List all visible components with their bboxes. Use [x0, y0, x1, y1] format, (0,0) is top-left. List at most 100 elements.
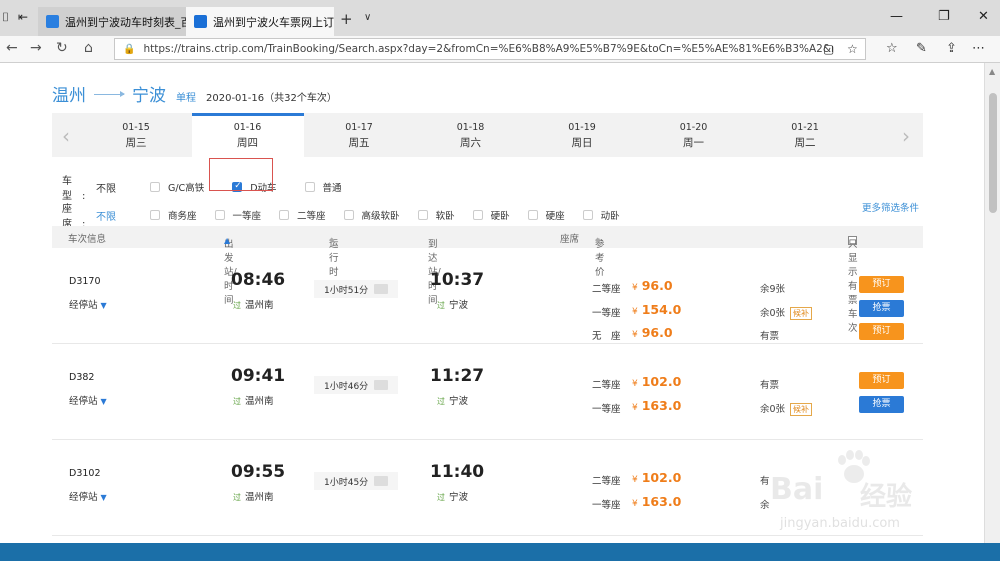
scrollbar-thumb[interactable]	[989, 93, 997, 213]
tab-ctrip[interactable]: 温州到宁波火车票网上订 ✕	[186, 7, 334, 36]
date-tab[interactable]: 01-21 周二	[749, 113, 861, 157]
tab-actions-icon[interactable]: ⌷	[2, 10, 9, 25]
tab-baidu[interactable]: 温州到宁波动车时刻表_百度	[38, 7, 186, 36]
train-number[interactable]: D3170	[69, 276, 101, 287]
more-icon[interactable]: ⋯	[972, 41, 985, 56]
vertical-scrollbar[interactable]: ▲	[984, 63, 1000, 543]
date-tab[interactable]: 01-17 周五	[303, 113, 415, 157]
ctrip-favicon-icon	[194, 15, 207, 28]
seat-type-checkbox[interactable]: 一等座	[214, 208, 261, 222]
arrive-station: 过宁波	[437, 396, 469, 407]
date-tab[interactable]: 01-15 周三	[80, 113, 192, 157]
date-tab-weekday: 周一	[683, 137, 704, 149]
pass-tag: 过	[437, 493, 445, 502]
filter-any[interactable]: 不限	[96, 208, 116, 223]
home-icon[interactable]: ⌂	[84, 40, 93, 56]
more-filters-link[interactable]: 更多筛选条件	[862, 200, 919, 214]
filter-label: 车型:	[62, 176, 96, 202]
date-tab[interactable]: 01-19 周日	[526, 113, 638, 157]
yuan-icon: ¥	[632, 330, 638, 340]
restore-icon[interactable]: ❐	[938, 9, 950, 24]
checkbox-box[interactable]	[279, 210, 290, 220]
date-tab-weekday: 周六	[460, 137, 481, 149]
share-icon[interactable]: ⇪	[946, 41, 957, 56]
new-tab-icon[interactable]: +	[340, 10, 353, 28]
caret-down-icon: ▼	[100, 397, 107, 406]
filter-any[interactable]: 不限	[96, 180, 116, 195]
checkbox-box[interactable]	[527, 210, 538, 220]
url-field[interactable]: 🔒 https://trains.ctrip.com/TrainBooking/…	[114, 38, 866, 60]
seat-class: 二等座	[592, 380, 621, 391]
next-date-icon[interactable]: ›	[902, 124, 910, 148]
date-tab[interactable]: 01-18 周六	[415, 113, 527, 157]
book-button[interactable]: 抢票	[859, 299, 904, 317]
prev-date-icon[interactable]: ‹	[62, 124, 70, 148]
checkbox-box[interactable]	[214, 210, 225, 220]
date-tab[interactable]: 01-16 周四	[191, 113, 304, 157]
train-number[interactable]: D382	[69, 372, 94, 383]
favorite-star-icon[interactable]: ☆	[847, 42, 858, 56]
pen-icon[interactable]: ✎	[916, 41, 927, 56]
date-tab[interactable]: 01-20 周一	[638, 113, 750, 157]
seat-type-checkbox[interactable]: 商务座	[150, 208, 197, 222]
date-tab-date: 01-15	[122, 122, 150, 133]
train-number[interactable]: D3102	[69, 468, 101, 479]
watermark-url: jingyan.baidu.com	[780, 516, 900, 531]
reading-view-icon[interactable]: ▢	[823, 42, 834, 56]
book-button[interactable]: 预订	[859, 276, 904, 293]
seat-type-checkbox[interactable]: 软卧	[417, 208, 455, 222]
date-tab-date: 01-16	[233, 122, 262, 133]
stops-dropdown[interactable]: 经停站 ▼	[69, 297, 107, 311]
duration: 1小时51分	[314, 280, 398, 298]
checkbox-box[interactable]	[150, 182, 160, 192]
seat-class: 一等座	[592, 307, 621, 319]
tab-preview-icon[interactable]: ⇤	[18, 10, 28, 24]
refresh-icon[interactable]: ↻	[56, 40, 68, 56]
minimize-icon[interactable]: —	[890, 9, 903, 24]
waitlist-badge: 候补	[790, 402, 813, 416]
checkbox-box[interactable]	[582, 210, 593, 220]
stops-dropdown[interactable]: 经停站 ▼	[69, 489, 107, 503]
date-summary: 2020-01-16（共32个车次）	[206, 93, 337, 104]
watermark-text: 经验	[860, 482, 913, 512]
pass-tag: 过	[437, 301, 445, 310]
pass-tag: 过	[437, 397, 445, 406]
checkbox-box[interactable]	[472, 210, 483, 220]
book-button[interactable]: 预订	[859, 372, 904, 389]
forward-icon[interactable]: →	[30, 40, 42, 56]
seat-type-checkbox[interactable]: 高级软卧	[343, 208, 400, 222]
pass-tag: 过	[233, 301, 241, 310]
checkbox-box[interactable]	[150, 210, 160, 220]
tickets-left: 有票	[760, 331, 780, 342]
seat-type-checkbox[interactable]: 硬座	[527, 208, 565, 222]
checkbox-box[interactable]	[417, 210, 428, 220]
address-bar: ← → ↻ ⌂ 🔒 https://trains.ctrip.com/Train…	[0, 36, 1000, 63]
date-tab-weekday: 周四	[237, 137, 258, 149]
scroll-up-icon[interactable]: ▲	[989, 67, 995, 76]
chevron-down-icon[interactable]: ∨	[364, 12, 371, 23]
train-type-checkbox[interactable]: 普通	[304, 180, 342, 194]
header-train: 车次信息	[68, 234, 107, 245]
book-button[interactable]: 抢票	[859, 395, 904, 413]
depart-time: 09:41	[231, 366, 286, 386]
seat-class: 一等座	[592, 403, 621, 415]
seat-type-checkbox[interactable]: 硬卧	[472, 208, 510, 222]
checkbox-label: 二等座	[297, 211, 326, 222]
train-type-checkbox[interactable]: G/C高铁	[150, 180, 204, 194]
stops-dropdown[interactable]: 经停站 ▼	[69, 393, 107, 407]
to-city[interactable]: 宁波	[132, 81, 166, 106]
route-arrow-icon	[94, 91, 125, 97]
from-city[interactable]: 温州	[52, 81, 86, 106]
close-window-icon[interactable]: ✕	[978, 9, 989, 24]
back-icon[interactable]: ←	[6, 40, 18, 56]
seat-type-checkbox[interactable]: 二等座	[279, 208, 326, 222]
book-button[interactable]: 预订	[859, 323, 904, 340]
desktop-background	[0, 543, 1000, 561]
favorites-hub-icon[interactable]: ☆	[886, 41, 898, 56]
date-tab-weekday: 周二	[794, 137, 816, 149]
checkbox-box[interactable]	[343, 210, 354, 220]
checkbox-box[interactable]	[304, 182, 315, 192]
checkbox-label: 硬座	[545, 211, 565, 222]
seat-type-checkbox[interactable]: 动卧	[582, 208, 620, 222]
ticket-icon	[374, 476, 388, 486]
